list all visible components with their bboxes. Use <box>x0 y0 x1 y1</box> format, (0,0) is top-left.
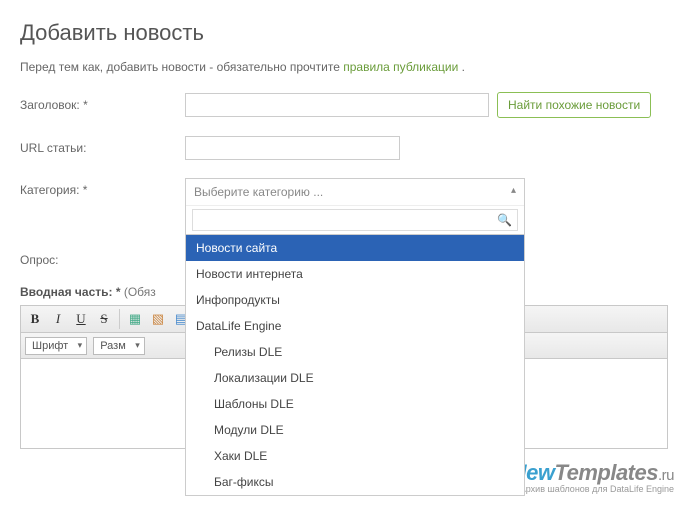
url-input[interactable] <box>185 136 400 160</box>
font-dropdown[interactable]: Шрифт <box>25 337 87 355</box>
poll-label: Опрос: <box>20 253 185 267</box>
category-dropdown-list[interactable]: Новости сайтаНовости интернетаИнфопродук… <box>185 235 525 496</box>
category-option[interactable]: Инфопродукты <box>186 287 524 313</box>
strike-button[interactable]: S <box>94 309 114 329</box>
category-option[interactable]: Новости интернета <box>186 261 524 287</box>
intro-content-label: Вводная часть: * <box>20 285 121 299</box>
bold-button[interactable]: B <box>25 309 45 329</box>
category-option[interactable]: Шаблоны DLE <box>186 391 524 417</box>
watermark: NewTemplates.ru Архив шаблонов для DataL… <box>511 460 674 494</box>
category-option[interactable]: Релизы DLE <box>186 339 524 365</box>
size-dropdown[interactable]: Разм <box>93 337 145 355</box>
category-option[interactable]: Модули DLE <box>186 417 524 443</box>
category-option[interactable]: Хаки DLE <box>186 443 524 469</box>
category-search-input[interactable] <box>192 209 518 231</box>
category-label: Категория: * <box>20 178 185 197</box>
category-option[interactable]: Локализации DLE <box>186 365 524 391</box>
url-label: URL статьи: <box>20 141 185 155</box>
category-option[interactable]: DataLife Engine <box>186 313 524 339</box>
category-select-header[interactable]: Выберите категорию ... <box>186 179 524 206</box>
category-option[interactable]: Новости сайта <box>186 235 524 261</box>
gallery-button[interactable]: ▧ <box>148 309 168 329</box>
intro-content-hint: (Обяз <box>121 285 156 299</box>
title-label: Заголовок: * <box>20 98 185 112</box>
intro-text: Перед тем как, добавить новости - обязат… <box>20 60 668 74</box>
title-input[interactable] <box>185 93 489 117</box>
underline-button[interactable]: U <box>71 309 91 329</box>
find-similar-button[interactable]: Найти похожие новости <box>497 92 651 118</box>
rules-link[interactable]: правила публикации <box>343 60 458 74</box>
image-button[interactable]: ▦ <box>125 309 145 329</box>
category-option[interactable]: Баг-фиксы <box>186 469 524 495</box>
toolbar-separator <box>119 309 120 329</box>
page-title: Добавить новость <box>20 20 668 46</box>
italic-button[interactable]: I <box>48 309 68 329</box>
